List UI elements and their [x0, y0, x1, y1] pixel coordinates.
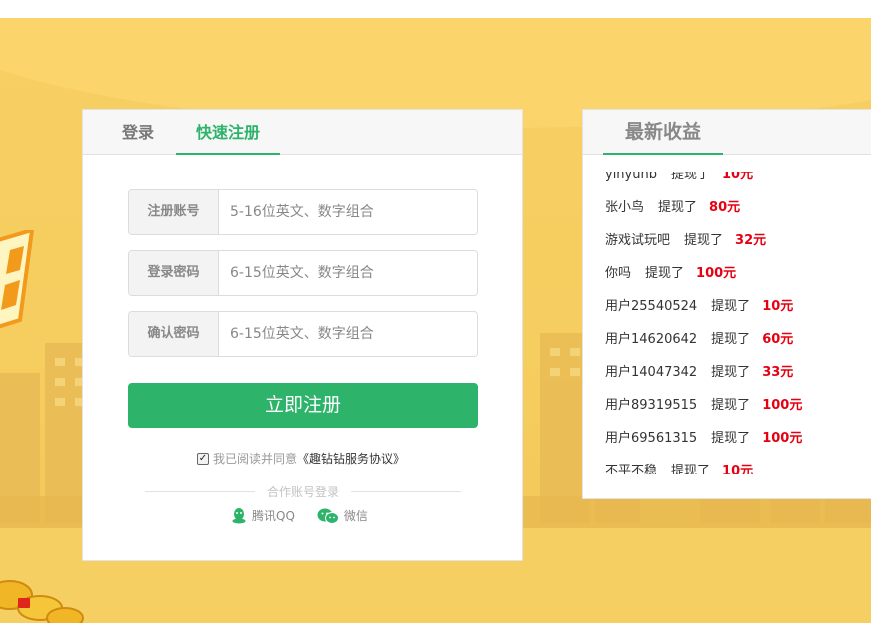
- register-panel: 登录 快速注册 注册账号 登录密码 确认密码 立即注册 ✓ 我已阅读并同意 《趣…: [82, 109, 523, 561]
- earning-user: 用户14047342: [605, 365, 698, 380]
- earning-action: 提现了: [711, 431, 751, 446]
- list-item: 游戏试玩吧 提现了 32元: [605, 224, 802, 257]
- decorative-title-glyph: [0, 230, 35, 329]
- service-agreement-link[interactable]: 《趣钻钻服务协议》: [297, 450, 405, 467]
- confirm-password-input[interactable]: [220, 312, 477, 356]
- list-item: 用户69561315 提现了 100元: [605, 422, 802, 455]
- agreement-row: ✓ 我已阅读并同意 《趣钻钻服务协议》: [197, 450, 405, 467]
- earning-action: 提现了: [711, 365, 751, 380]
- earning-user: 不平不稳: [605, 464, 658, 474]
- earning-user: 用户25540524: [605, 299, 698, 314]
- latest-earnings-panel: 最新收益 yinyuhb 提现了 10元 张小鸟 提现了 80元 游戏试玩吧 提现了 32元…: [582, 109, 871, 499]
- gold-coins-illustration: [0, 580, 84, 623]
- earning-amount: 60元: [762, 332, 794, 347]
- earning-amount: 100元: [696, 266, 737, 281]
- earning-amount: 10元: [722, 464, 754, 474]
- earning-action: 提现了: [711, 332, 751, 347]
- list-item: 用户25540524 提现了 10元: [605, 290, 802, 323]
- wechat-login-link[interactable]: 微信: [317, 507, 368, 524]
- earning-amount: 32元: [735, 233, 767, 248]
- list-item: 用户14047342 提现了 33元: [605, 356, 802, 389]
- partner-login-list: 腾讯QQ 微信: [231, 507, 368, 524]
- earning-action: 提现了: [684, 233, 724, 248]
- confirm-password-field: 确认密码: [128, 311, 478, 357]
- confirm-password-label: 确认密码: [129, 312, 219, 356]
- earning-user: 用户14620642: [605, 332, 698, 347]
- divider-line-right: [351, 491, 461, 492]
- list-item: 张小鸟 提现了 80元: [605, 191, 802, 224]
- earning-action: 提现了: [671, 464, 711, 474]
- earning-user: 用户69561315: [605, 431, 698, 446]
- earning-amount: 80元: [709, 200, 741, 215]
- partner-login-divider: 合作账号登录: [145, 482, 461, 500]
- account-field: 注册账号: [128, 189, 478, 235]
- earning-amount: 10元: [762, 299, 794, 314]
- register-submit-button[interactable]: 立即注册: [128, 383, 478, 428]
- earning-action: 提现了: [711, 299, 751, 314]
- earning-user: 游戏试玩吧: [605, 233, 671, 248]
- earnings-header: 最新收益: [583, 110, 871, 155]
- account-label: 注册账号: [129, 190, 219, 234]
- earning-amount: 33元: [762, 365, 794, 380]
- earning-user: 张小鸟: [605, 200, 645, 215]
- earning-amount: 10元: [721, 172, 754, 182]
- earning-action: 提现了: [645, 266, 685, 281]
- password-label: 登录密码: [129, 251, 219, 295]
- earning-action: 提现了: [658, 200, 698, 215]
- list-item: 不平不稳 提现了 10元: [605, 455, 802, 474]
- earning-user: yinyuhb: [605, 172, 657, 182]
- earning-action: 提现了: [670, 172, 710, 182]
- wechat-icon: [317, 508, 339, 524]
- earning-amount: 100元: [762, 431, 803, 446]
- password-field: 登录密码: [128, 250, 478, 296]
- tab-login[interactable]: 登录: [103, 110, 173, 155]
- qq-login-link[interactable]: 腾讯QQ: [231, 507, 295, 524]
- earning-action: 提现了: [711, 398, 751, 413]
- agreement-checkbox[interactable]: ✓: [197, 452, 209, 465]
- register-tabs: 登录 快速注册: [83, 110, 522, 155]
- list-item: 你吗 提现了 100元: [605, 257, 802, 290]
- qq-login-label: 腾讯QQ: [252, 509, 295, 523]
- list-item: yinyuhb 提现了 10元: [605, 172, 802, 191]
- agreement-text: 我已阅读并同意: [213, 452, 298, 466]
- earning-amount: 100元: [762, 398, 803, 413]
- earning-user: 你吗: [605, 266, 632, 281]
- list-item: 用户14620642 提现了 60元: [605, 323, 802, 356]
- tab-quick-register[interactable]: 快速注册: [176, 110, 280, 155]
- list-item: 用户89319515 提现了 100元: [605, 389, 802, 422]
- earnings-list[interactable]: yinyuhb 提现了 10元 张小鸟 提现了 80元 游戏试玩吧 提现了 32元 你吗 提现…: [583, 172, 871, 474]
- earnings-title: 最新收益: [603, 110, 723, 155]
- wechat-login-label: 微信: [343, 509, 368, 523]
- earnings-list-scroller: yinyuhb 提现了 10元 张小鸟 提现了 80元 游戏试玩吧 提现了 32元 你吗 提现…: [605, 172, 802, 474]
- password-input[interactable]: [220, 251, 477, 295]
- earning-user: 用户89319515: [605, 398, 698, 413]
- qq-icon: [232, 508, 246, 524]
- account-input[interactable]: [220, 190, 477, 234]
